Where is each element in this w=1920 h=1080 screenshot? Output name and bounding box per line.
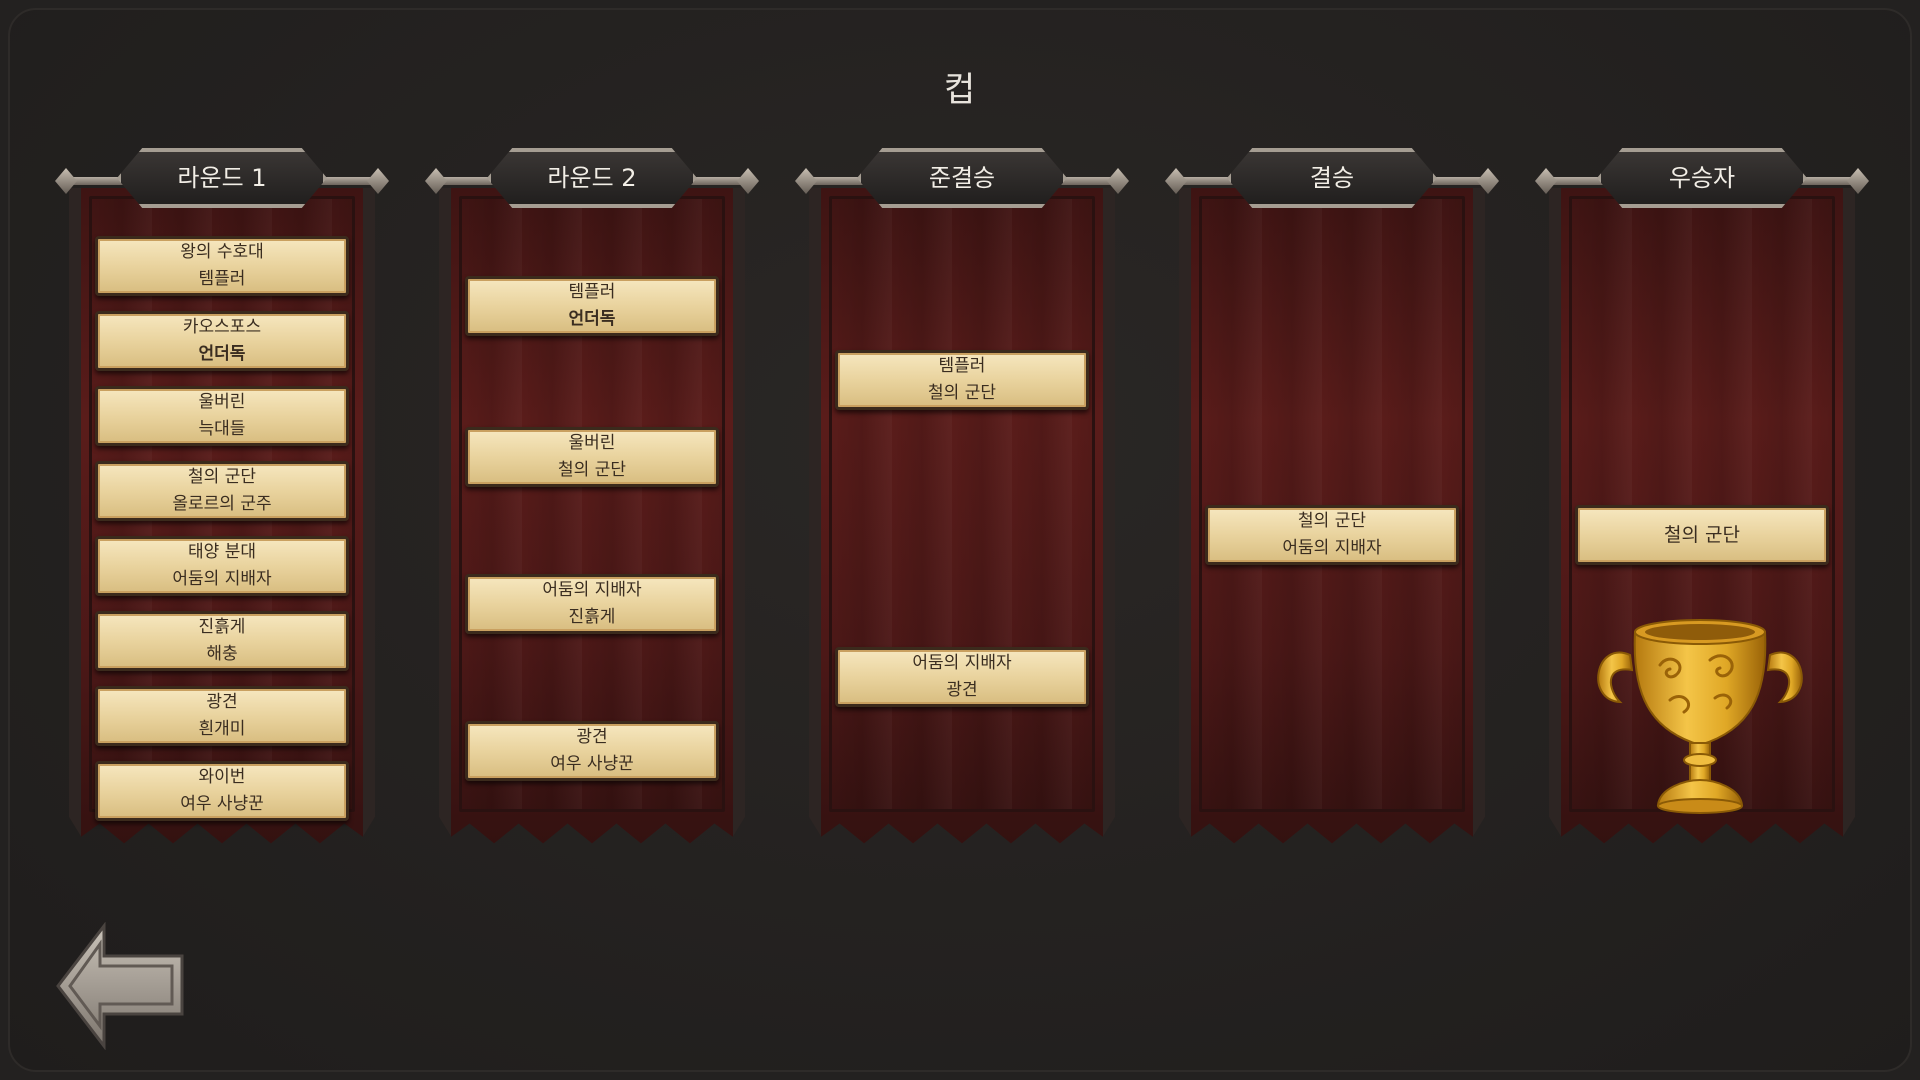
team-name: 흰개미	[198, 719, 246, 739]
back-arrow-icon	[56, 921, 184, 1051]
team-name: 카오스포스	[182, 317, 262, 337]
team-name: 광견	[206, 692, 238, 712]
team-name: 진흙게	[568, 607, 616, 627]
team-name: 철의 군단	[558, 460, 626, 480]
round-label: 준결승	[928, 164, 996, 192]
team-name: 여우 사냥꾼	[180, 794, 264, 814]
match-card[interactable]: 템플러 언더독	[465, 276, 719, 336]
winner-card[interactable]: 철의 군단	[1575, 505, 1829, 565]
team-name: 울버린	[568, 433, 616, 453]
team-name: 철의 군단	[188, 467, 256, 487]
round-column-1: 라운드 1 왕의 수호대 템플러 카오스포스 언더독 울버린 늑대들 철의 군단…	[55, 148, 389, 898]
team-name: 여우 사냥꾼	[550, 754, 634, 774]
round-column-2: 라운드 2 템플러 언더독 울버린 철의 군단 어둠의 지배자 진흙게 광견 여…	[425, 148, 759, 898]
team-name: 언더독	[198, 344, 246, 364]
trophy-icon	[1590, 610, 1810, 825]
team-name: 언더독	[568, 309, 616, 329]
match-card[interactable]: 카오스포스 언더독	[95, 311, 349, 371]
match-card[interactable]: 어둠의 지배자 진흙게	[465, 574, 719, 634]
page-title: 컵	[943, 70, 977, 110]
team-name: 늑대들	[198, 419, 246, 439]
match-card[interactable]: 철의 군단 어둠의 지배자	[1205, 505, 1459, 565]
team-name: 와이번	[198, 767, 246, 787]
team-name: 템플러	[568, 282, 616, 302]
match-card[interactable]: 광견 흰개미	[95, 686, 349, 746]
team-name: 진흙게	[198, 617, 246, 637]
team-name: 철의 군단	[928, 383, 996, 403]
match-card[interactable]: 템플러 철의 군단	[835, 350, 1089, 410]
match-card[interactable]: 태양 분대 어둠의 지배자	[95, 536, 349, 596]
team-name: 철의 군단	[1298, 511, 1366, 531]
team-name: 올로르의 군주	[172, 494, 272, 514]
team-name: 어둠의 지배자	[542, 580, 642, 600]
team-name: 울버린	[198, 392, 246, 412]
round-label: 결승	[1309, 164, 1355, 192]
team-name: 템플러	[938, 356, 986, 376]
match-card[interactable]: 왕의 수호대 템플러	[95, 236, 349, 296]
team-name: 어둠의 지배자	[172, 569, 272, 589]
match-card[interactable]: 울버린 늑대들	[95, 386, 349, 446]
team-name: 템플러	[198, 269, 246, 289]
round-banner	[809, 188, 1115, 844]
team-name: 철의 군단	[1664, 523, 1740, 546]
match-card[interactable]: 울버린 철의 군단	[465, 427, 719, 487]
team-name: 광견	[946, 680, 978, 700]
team-name: 어둠의 지배자	[912, 653, 1012, 673]
team-name: 태양 분대	[188, 542, 256, 562]
team-name: 해충	[206, 644, 238, 664]
match-card[interactable]: 철의 군단 올로르의 군주	[95, 461, 349, 521]
round-label: 라운드 2	[547, 164, 637, 192]
round-column-semifinal: 준결승 템플러 철의 군단 어둠의 지배자 광견	[795, 148, 1129, 898]
match-card[interactable]: 어둠의 지배자 광견	[835, 647, 1089, 707]
round-label: 라운드 1	[177, 164, 267, 192]
match-card[interactable]: 광견 여우 사냥꾼	[465, 721, 719, 781]
team-name: 왕의 수호대	[180, 242, 264, 262]
match-card[interactable]: 진흙게 해충	[95, 611, 349, 671]
round-label: 우승자	[1668, 164, 1736, 192]
match-card[interactable]: 와이번 여우 사냥꾼	[95, 761, 349, 821]
team-name: 광견	[576, 727, 608, 747]
team-name: 어둠의 지배자	[1282, 538, 1382, 558]
round-column-final: 결승 철의 군단 어둠의 지배자	[1165, 148, 1499, 898]
back-button[interactable]	[56, 921, 184, 1051]
